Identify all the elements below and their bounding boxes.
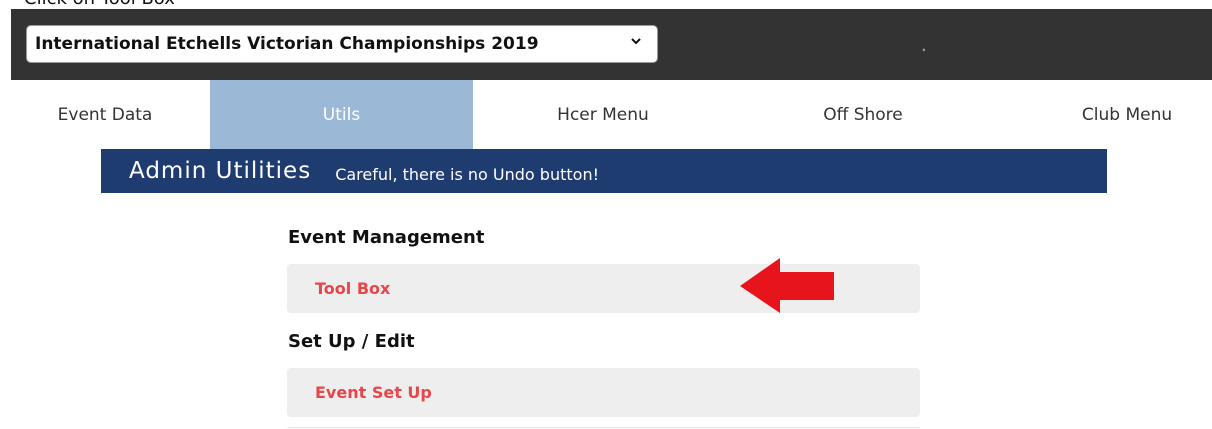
tab-label: Off Shore — [823, 104, 903, 125]
tab-off-shore[interactable]: Off Shore — [733, 80, 993, 149]
main-nav: Event Data Utils Hcer Menu Off Shore Clu… — [0, 80, 1212, 149]
chevron-down-icon — [631, 38, 641, 45]
tab-event-data[interactable]: Event Data — [0, 80, 210, 149]
menu-item-label: Event Set Up — [315, 383, 432, 402]
tab-club-menu[interactable]: Club Menu — [1042, 80, 1212, 149]
admin-warning: Careful, there is no Undo button! — [335, 164, 599, 184]
event-select[interactable]: International Etchells Victorian Champio… — [26, 25, 658, 63]
admin-title: Admin Utilities — [129, 158, 312, 184]
tab-label: Event Data — [57, 104, 153, 125]
menu-item-event-set-up[interactable]: Event Set Up — [287, 368, 920, 417]
arrow-left-icon — [740, 258, 834, 313]
admin-banner: Admin Utilities Careful, there is no Und… — [101, 149, 1107, 193]
instruction-text: Click on Tool Box — [24, 0, 175, 9]
tab-label: Hcer Menu — [557, 104, 649, 125]
list-divider — [287, 427, 920, 428]
tab-label: Utils — [322, 104, 361, 125]
tab-label: Club Menu — [1081, 104, 1173, 125]
event-select-value: International Etchells Victorian Champio… — [35, 34, 539, 54]
menu-item-label: Tool Box — [315, 279, 391, 298]
tab-utils[interactable]: Utils — [210, 80, 473, 149]
section-heading-set-up-edit: Set Up / Edit — [288, 331, 415, 352]
top-bar: International Etchells Victorian Champio… — [11, 9, 1212, 80]
section-heading-event-management: Event Management — [288, 227, 485, 248]
tab-hcer-menu[interactable]: Hcer Menu — [473, 80, 733, 149]
topbar-dot: . — [921, 35, 927, 56]
